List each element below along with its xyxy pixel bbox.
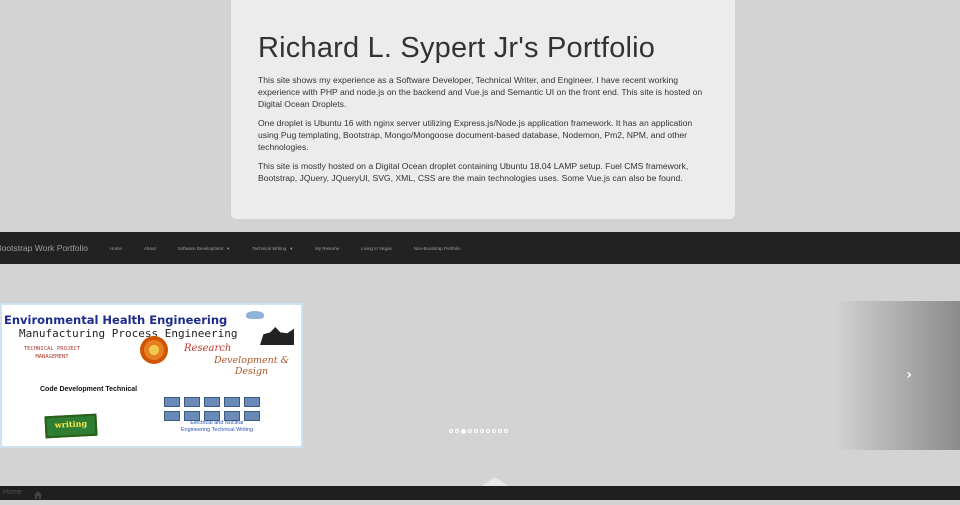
carousel-indicator[interactable] [468, 429, 472, 433]
nav-item-my-resume[interactable]: My Resume [315, 246, 339, 251]
carousel-indicator[interactable] [504, 429, 508, 433]
flask-icon [246, 311, 264, 319]
slide-electrical-text: Electrical and Nuclear Engineering Techn… [180, 420, 254, 433]
footer: Home [0, 477, 960, 500]
carousel: Environmental Health Engineering Manufac… [0, 301, 960, 450]
gear-icon [140, 336, 168, 364]
slide-subtitle-text: Manufacturing Process Engineering [19, 327, 238, 340]
navbar-brand[interactable]: Bootstrap Work Portfolio [0, 243, 88, 253]
tool-icon [204, 397, 220, 407]
nav-item-non-bootstrap-portfolio[interactable]: Non-Bootstrap Portfolio [414, 246, 461, 251]
carousel-indicator[interactable] [474, 429, 478, 433]
droplet-paragraph: One droplet is Ubuntu 16 with nginx serv… [258, 118, 693, 152]
back-to-top-icon[interactable] [482, 477, 508, 486]
page-title: Richard L. Sypert Jr's Portfolio [258, 32, 656, 64]
navbar: Bootstrap Work Portfolio Home About Soft… [0, 232, 960, 264]
carousel-indicators [449, 428, 508, 434]
nav-item-label: Technical Writing [252, 245, 287, 251]
slide-writing-text: writing [44, 413, 98, 439]
tool-icon [224, 397, 240, 407]
carousel-indicator[interactable] [455, 429, 459, 433]
nav-item-living-in-vegas[interactable]: Living In Vegas [361, 246, 392, 251]
carousel-next-control[interactable]: › [834, 301, 960, 450]
caret-down-icon: ▼ [226, 245, 231, 251]
slide-code-text: Code Development Technical [40, 386, 138, 393]
footer-home-link[interactable]: Home [3, 489, 22, 496]
slide-tpm-text: TECHNICAL PROJECT MANAGEMENT [23, 346, 81, 360]
nav-item-about[interactable]: About [144, 246, 156, 251]
slide-icon-grid [164, 397, 260, 421]
hosting-paragraph: This site is mostly hosted on a Digital … [258, 161, 689, 183]
carousel-indicator[interactable] [486, 429, 490, 433]
workers-silhouette-icon [260, 327, 294, 345]
tool-icon [184, 397, 200, 407]
nav-item-label: Software Development [177, 245, 224, 251]
intro-paragraph: This site shows my experience as a Softw… [258, 75, 703, 109]
carousel-slide-image: Environmental Health Engineering Manufac… [0, 303, 303, 448]
nav-item-home[interactable]: Home [110, 246, 122, 251]
carousel-indicator[interactable] [498, 429, 502, 433]
jumbotron: Richard L. Sypert Jr's Portfolio This si… [231, 0, 735, 219]
tool-icon [244, 397, 260, 407]
carousel-indicator-active[interactable] [461, 428, 466, 434]
carousel-indicator[interactable] [480, 429, 484, 433]
caret-down-icon: ▼ [289, 245, 294, 251]
carousel-indicator[interactable] [449, 429, 453, 433]
chevron-right-icon: › [906, 367, 912, 383]
slide-title-text: Environmental Health Engineering [4, 313, 228, 327]
home-icon[interactable] [33, 487, 43, 505]
slide-development-text: Development & Design [213, 355, 290, 377]
nav-item-software-development[interactable]: Software Development ▼ [178, 246, 231, 251]
nav-item-technical-writing[interactable]: Technical Writing ▼ [252, 246, 293, 251]
slide-research-text: Research [184, 343, 232, 354]
tool-icon [164, 397, 180, 407]
carousel-indicator[interactable] [492, 429, 496, 433]
